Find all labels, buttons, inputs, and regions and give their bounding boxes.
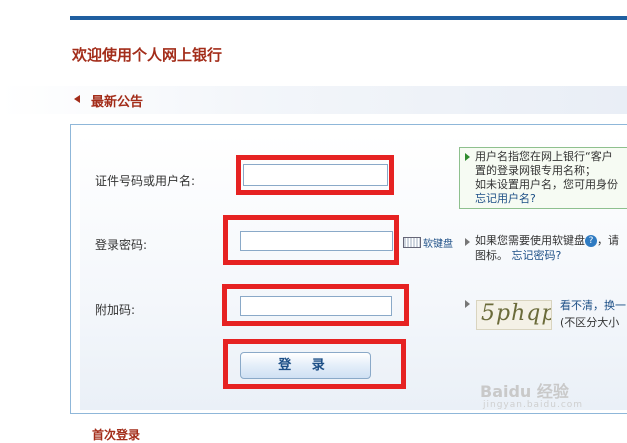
forgot-password-link[interactable]: 忘记密码? [512,249,562,262]
announcement-title[interactable]: 最新公告 [91,91,143,110]
hint-arrow-icon [465,300,470,308]
top-divider [70,16,627,20]
password-hint-line1: 如果您需要使用软键盘? ，请 [475,234,619,248]
captcha-text: 5phqp [481,301,552,326]
watermark-url: jingyan.baidu.com [483,400,584,410]
login-button[interactable]: 登 录 [240,352,371,379]
username-hint-line1: 用户名指您在网上银行“客户 [475,150,613,163]
hint-arrow-icon [465,153,470,161]
password-label: 登录密码: [95,238,148,252]
password-hint-tail: ，请 [597,234,619,247]
soft-keyboard-label: 软键盘 [423,239,453,250]
arrow-left-icon [74,95,80,103]
help-icon[interactable]: ? [585,235,597,247]
captcha-case-note: (不区分大小 [560,316,620,329]
page-title: 欢迎使用个人网上银行 [72,46,223,64]
password-hint-line2: 图标。 忘记密码? [475,249,561,263]
username-input[interactable] [243,164,388,186]
password-hint-text: 如果您需要使用软键盘 [475,234,585,247]
username-hint-line2: 置的登录网银专用名称； [475,164,596,177]
captcha-refresh-link[interactable]: 看不清，换一 [560,299,626,313]
captcha-image[interactable]: 5phqp [476,300,552,330]
password-hint-text2: 图标。 [475,249,508,262]
captcha-label: 附加码: [95,303,136,317]
forgot-username-link[interactable]: 忘记用户名? [475,192,536,206]
soft-keyboard-button[interactable]: 软键盘 [403,235,453,250]
username-label: 证件号码或用户名: [95,174,196,188]
captcha-input[interactable] [240,296,392,316]
password-input[interactable] [240,231,393,251]
keyboard-icon [403,237,421,248]
hint-arrow-icon [465,238,470,246]
watermark-logo: Baidu 经验 [480,382,569,401]
username-hint-line3: 如未设置用户名，您可用身份 [475,178,618,191]
